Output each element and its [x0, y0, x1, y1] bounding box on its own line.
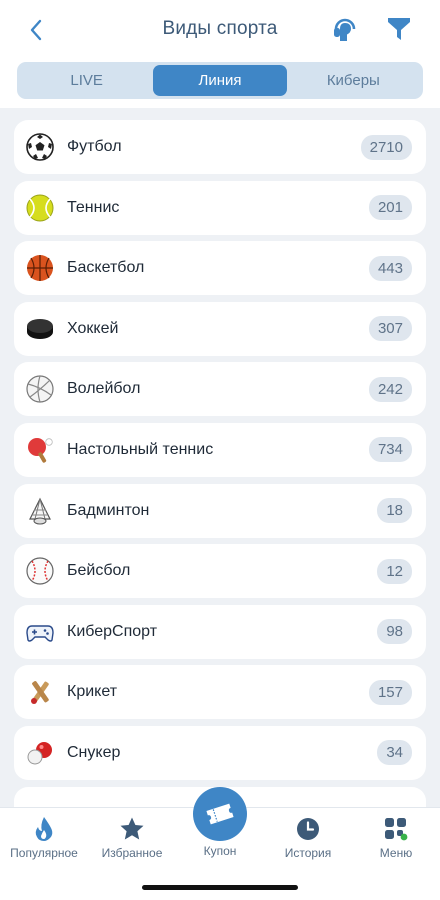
sport-row-tennis[interactable]: Теннис 201 — [14, 180, 426, 235]
filter-button[interactable] — [382, 12, 416, 46]
event-count-badge: 157 — [368, 679, 412, 705]
sport-name: Настольный теннис — [67, 440, 214, 458]
headset-icon — [334, 18, 356, 41]
coupon-button[interactable] — [193, 787, 247, 841]
clock-icon — [296, 816, 320, 842]
sports-list: Футбол 2710 Теннис 201 Баскетбол 443 Хок… — [0, 108, 440, 807]
gamepad-icon — [26, 618, 54, 646]
sport-name: Крикет — [67, 683, 118, 701]
ping-pong-icon — [26, 436, 54, 464]
sport-name: КиберСпорт — [67, 622, 158, 640]
tab-label: Избранное — [101, 846, 163, 860]
snooker-icon — [26, 739, 54, 767]
event-count-badge: 734 — [368, 437, 412, 463]
header: Виды спорта LIVE Линия Киберы — [0, 0, 440, 108]
volleyball-icon — [26, 375, 54, 403]
sport-row-esports[interactable]: КиберСпорт 98 — [14, 604, 426, 659]
tennis-ball-icon — [26, 194, 54, 222]
event-count-badge: 201 — [368, 195, 412, 221]
sport-name: Футбол — [67, 138, 122, 155]
sport-icon — [26, 800, 54, 807]
event-count-badge: 34 — [377, 740, 412, 766]
ticket-icon — [206, 803, 234, 825]
hockey-puck-icon — [26, 315, 54, 343]
sport-row-football[interactable]: Футбол 2710 — [14, 120, 426, 174]
sport-name: Баскетбол — [67, 259, 145, 277]
basketball-icon — [26, 254, 54, 282]
tab-history[interactable]: История — [264, 808, 352, 868]
sport-row-snooker[interactable]: Снукер 34 — [14, 725, 426, 780]
soccer-ball-icon — [26, 133, 54, 161]
sport-name: Теннис — [67, 198, 120, 216]
grid-menu-icon — [383, 816, 409, 842]
page-title: Виды спорта — [162, 18, 278, 39]
event-count-badge: 443 — [368, 255, 412, 281]
event-count-badge: 242 — [368, 376, 412, 402]
home-indicator — [142, 885, 298, 890]
shuttlecock-icon — [26, 497, 54, 525]
event-count-badge: 2710 — [360, 134, 412, 160]
sport-name: Бейсбол — [67, 562, 131, 580]
tab-menu[interactable]: Меню — [352, 808, 440, 868]
tab-cyber[interactable]: Киберы — [287, 65, 420, 96]
tab-live[interactable]: LIVE — [20, 65, 153, 96]
event-count-badge: 307 — [368, 316, 412, 342]
support-button[interactable] — [328, 12, 362, 46]
sport-row-table-tennis[interactable]: Настольный теннис 734 — [14, 422, 426, 477]
sport-row-badminton[interactable]: Бадминтон 18 — [14, 483, 426, 538]
tab-popular[interactable]: Популярное — [0, 808, 88, 868]
sport-row-baseball[interactable]: Бейсбол 12 — [14, 544, 426, 599]
tab-favorites[interactable]: Избранное — [88, 808, 176, 868]
tab-label: Меню — [379, 846, 413, 860]
tab-label: Популярное — [10, 846, 78, 860]
sport-row-volleyball[interactable]: Волейбол 242 — [14, 362, 426, 417]
event-count-badge: 18 — [377, 498, 412, 524]
flame-icon — [33, 816, 55, 842]
baseball-icon — [26, 557, 54, 585]
sport-name: Хоккей — [67, 319, 119, 337]
event-count-badge: 98 — [377, 619, 412, 645]
sport-row-basketball[interactable]: Баскетбол 443 — [14, 241, 426, 296]
tab-line[interactable]: Линия — [153, 65, 287, 96]
sport-mode-tabs: LIVE Линия Киберы — [17, 62, 423, 99]
sport-row-hockey[interactable]: Хоккей 307 — [14, 301, 426, 356]
sport-name: Волейбол — [67, 380, 141, 398]
tab-label: История — [284, 846, 332, 860]
sport-name: Бадминтон — [67, 501, 150, 519]
sport-row-cricket[interactable]: Крикет 157 — [14, 665, 426, 720]
filter-icon — [388, 18, 410, 40]
star-icon — [119, 816, 145, 842]
event-count-badge: 12 — [377, 558, 412, 584]
sport-name: Снукер — [67, 743, 121, 761]
tab-coupon-label: Купон — [203, 844, 237, 858]
cricket-icon — [26, 678, 54, 706]
